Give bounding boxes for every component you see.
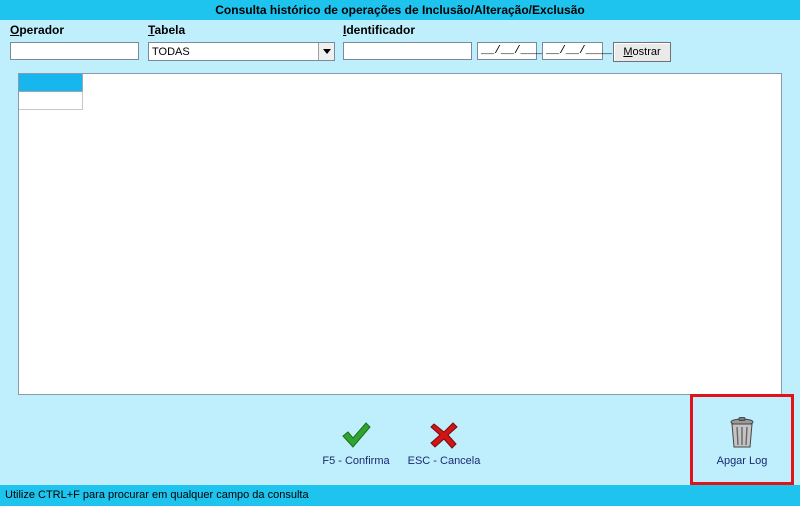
operador-label: Operador xyxy=(10,23,65,37)
window-title: Consulta histórico de operações de Inclu… xyxy=(0,0,800,20)
cancel-label: ESC - Cancela xyxy=(407,455,481,467)
tabela-selected-value: TODAS xyxy=(152,46,190,58)
x-cancel-icon xyxy=(430,422,458,449)
highlight-box xyxy=(690,394,794,485)
confirm-label: F5 - Confirma xyxy=(322,455,390,467)
confirm-button[interactable]: F5 - Confirma xyxy=(318,421,394,467)
chevron-down-icon[interactable] xyxy=(318,43,334,60)
mostrar-button[interactable]: Mostrar xyxy=(613,42,671,62)
checkmark-icon xyxy=(342,422,371,448)
results-grid[interactable] xyxy=(18,73,782,395)
tabela-select[interactable]: TODAS xyxy=(148,42,335,61)
identificador-label: Identificador xyxy=(343,23,416,37)
operador-input[interactable] xyxy=(10,42,139,60)
date-from-input[interactable]: __/__/____ xyxy=(477,42,547,60)
tabela-label: Tabela xyxy=(148,23,186,37)
date-to-input[interactable]: __/__/____ xyxy=(542,42,612,60)
cancel-button[interactable]: ESC - Cancela xyxy=(406,421,482,467)
status-bar: Utilize CTRL+F para procurar em qualquer… xyxy=(0,485,800,506)
grid-header-cell[interactable] xyxy=(19,74,83,92)
identificador-input[interactable] xyxy=(343,42,472,60)
grid-cell[interactable] xyxy=(19,92,83,110)
